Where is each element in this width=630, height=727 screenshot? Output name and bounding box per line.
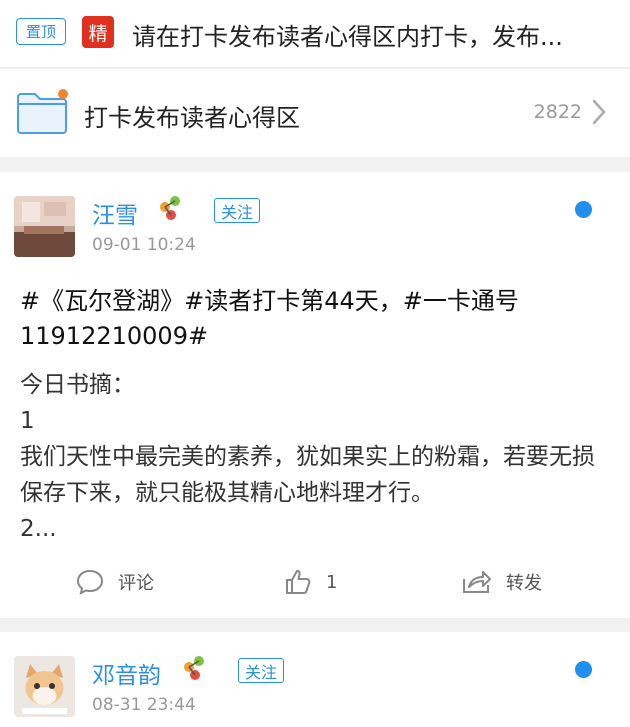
comment-label: 评论	[118, 573, 154, 594]
topic-name[interactable]: 打卡发布读者心得区	[84, 98, 300, 133]
topic-post-count: 2822	[533, 101, 582, 123]
post-body-line: 1	[20, 408, 35, 434]
folder-icon	[17, 89, 68, 134]
status-dot	[575, 201, 592, 218]
status-dot	[575, 661, 592, 678]
username[interactable]: 汪雪	[92, 196, 138, 230]
avatar[interactable]	[14, 656, 75, 717]
post-body-line: 今日书摘：	[20, 372, 135, 398]
level-badge-icon	[160, 196, 180, 220]
topic-row[interactable]: 打卡发布读者心得区 2822	[0, 69, 630, 157]
pinned-post-title[interactable]: 请在打卡发布读者心得区内打卡，发布...	[132, 17, 622, 52]
follow-button[interactable]: 关注	[238, 658, 285, 683]
level-badge-icon	[184, 656, 204, 680]
comment-icon	[76, 569, 104, 595]
forward-label: 转发	[506, 573, 542, 594]
like-button[interactable]: 1	[284, 562, 337, 602]
pinned-tag: 置顶	[16, 18, 66, 45]
post-body[interactable]: 今日书摘： 1 我们天性中最完美的素养，犹如果实上的粉霜，若要无损保存下来，就只…	[20, 367, 616, 547]
thumbs-up-icon	[286, 570, 311, 594]
post-body-line: 2...	[20, 516, 57, 542]
follow-button[interactable]: 关注	[214, 198, 261, 223]
pinned-post-row[interactable]: 置顶 精 请在打卡发布读者心得区内打卡，发布...	[0, 0, 630, 68]
featured-tag: 精	[82, 16, 114, 48]
post-time: 08-31 23:44	[92, 695, 196, 715]
forward-button[interactable]: 转发	[462, 562, 542, 602]
chevron-right-icon[interactable]	[592, 99, 606, 125]
post-actions: 评论 1 转发	[0, 562, 630, 602]
post-body-line: 我们天性中最完美的素养，犹如果实上的粉霜，若要无损保存下来，就只能极其精心地料理…	[20, 444, 595, 506]
post-time: 09-01 10:24	[92, 235, 196, 255]
avatar[interactable]	[14, 196, 75, 257]
post-title[interactable]: #《瓦尔登湖》#读者打卡第44天，#一卡通号11912210009#	[20, 284, 610, 354]
username[interactable]: 邓音韵	[92, 656, 161, 690]
like-count: 1	[326, 571, 338, 593]
comment-button[interactable]: 评论	[76, 562, 154, 602]
post-card[interactable]: 汪雪 关注 09-01 10:24 #《瓦尔登湖》#读者打卡第44天，#一卡通号…	[0, 172, 630, 618]
share-icon	[463, 571, 491, 593]
post-card[interactable]: 邓音韵 关注 08-31 23:44	[0, 632, 630, 727]
